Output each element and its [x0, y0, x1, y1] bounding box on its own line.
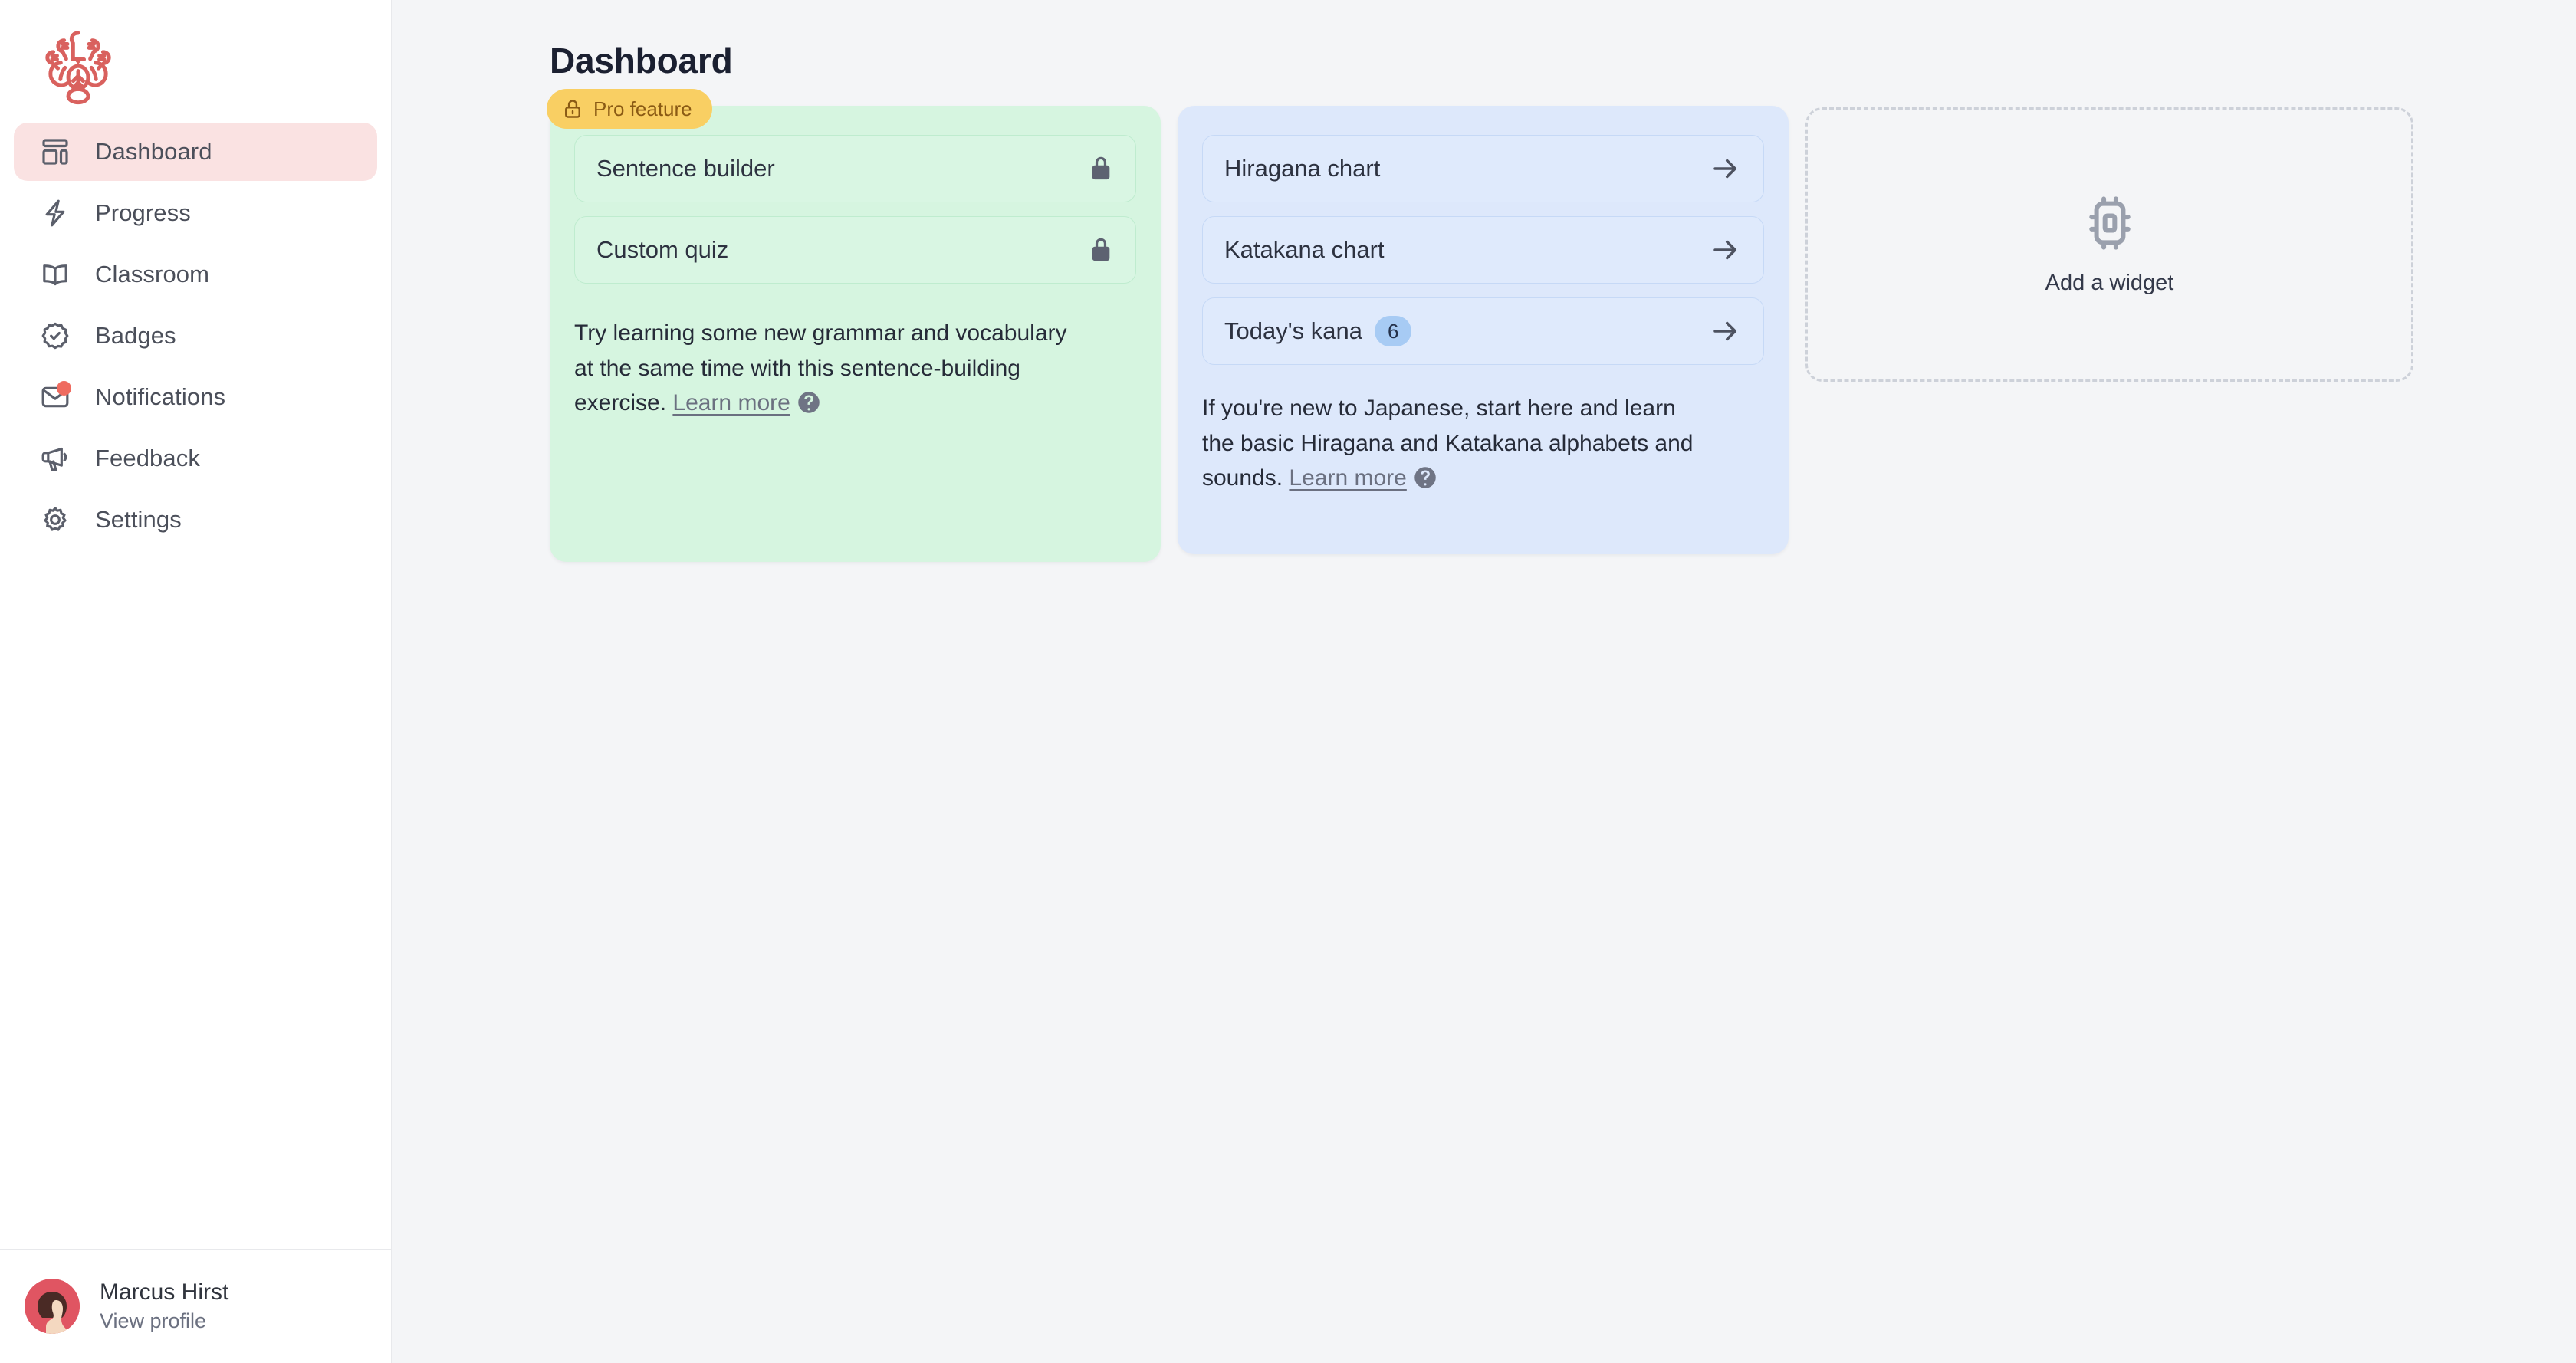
row-sentence-builder[interactable]: Sentence builder: [574, 135, 1136, 202]
arrow-right-icon: [1714, 159, 1737, 179]
sidebar-nav: Dashboard Progress Classroom Badges Noti…: [0, 123, 391, 549]
grammar-widget-card: Pro feature Sentence builder Custom quiz: [547, 89, 1161, 562]
envelope-icon: [38, 380, 72, 414]
sidebar-item-label: Dashboard: [95, 138, 212, 165]
learn-more-link[interactable]: Learn more: [1289, 465, 1406, 491]
lock-icon: [1092, 156, 1110, 180]
row-label: Katakana chart: [1224, 236, 1385, 263]
notification-dot-badge: [57, 381, 71, 396]
row-katakana-chart[interactable]: Katakana chart: [1202, 216, 1764, 284]
sidebar-item-label: Badges: [95, 322, 176, 349]
cpu-chip-icon: [2088, 195, 2131, 250]
lightning-bolt-icon: [38, 196, 72, 230]
page-title: Dashboard: [550, 41, 733, 80]
profile-text: Marcus Hirst View profile: [100, 1279, 228, 1333]
profile-section[interactable]: Marcus Hirst View profile: [0, 1250, 391, 1363]
sidebar-item-badges[interactable]: Badges: [14, 307, 377, 365]
widget-grid: Pro feature Sentence builder Custom quiz: [547, 89, 2576, 562]
learn-more-link[interactable]: Learn more: [672, 390, 790, 415]
badge-check-icon: [38, 319, 72, 353]
open-book-icon: [38, 258, 72, 291]
sidebar-item-label: Settings: [95, 506, 182, 533]
add-widget-placeholder[interactable]: Add a widget: [1806, 107, 2413, 382]
add-widget-label: Add a widget: [2045, 270, 2174, 295]
sidebar-item-label: Classroom: [95, 261, 210, 287]
app-logo[interactable]: [0, 0, 391, 123]
gear-icon: [38, 503, 72, 537]
layout-dashboard-icon: [38, 135, 72, 169]
question-circle-icon[interactable]: [1414, 466, 1437, 489]
sidebar-item-feedback[interactable]: Feedback: [14, 429, 377, 488]
row-label: Today's kana 6: [1224, 315, 1412, 347]
sidebar-item-label: Feedback: [95, 445, 200, 471]
sidebar-item-dashboard[interactable]: Dashboard: [14, 123, 377, 181]
sidebar: Dashboard Progress Classroom Badges Noti…: [0, 0, 392, 1363]
megaphone-icon: [38, 442, 72, 475]
pro-feature-badge: Pro feature: [547, 89, 712, 129]
grammar-description-text: Try learning some new grammar and vocabu…: [574, 320, 1067, 416]
kana-description-text: If you're new to Japanese, start here an…: [1202, 396, 1694, 491]
profile-name: Marcus Hirst: [100, 1279, 229, 1305]
arrow-right-icon: [1714, 240, 1737, 260]
sidebar-item-progress[interactable]: Progress: [14, 184, 377, 242]
todays-kana-count-badge: 6: [1374, 315, 1412, 347]
row-todays-kana[interactable]: Today's kana 6: [1202, 297, 1764, 365]
sidebar-item-label: Notifications: [95, 383, 226, 410]
row-label: Custom quiz: [596, 236, 729, 263]
row-custom-quiz[interactable]: Custom quiz: [574, 216, 1136, 284]
view-profile-link[interactable]: View profile: [100, 1309, 228, 1333]
avatar: [25, 1279, 80, 1334]
sidebar-item-label: Progress: [95, 199, 191, 226]
kana-widget-card: Hiragana chart Katakana chart Today's ka…: [1178, 106, 1789, 554]
question-circle-icon[interactable]: [797, 391, 820, 414]
kamon-crest-logo-icon: [45, 31, 111, 105]
lock-icon: [1092, 238, 1110, 261]
main-content: Dashboard Pro feature Sentence builder C…: [392, 0, 2576, 1363]
kana-description: If you're new to Japanese, start here an…: [1202, 391, 1708, 496]
pro-feature-badge-label: Pro feature: [593, 97, 692, 120]
row-label: Sentence builder: [596, 155, 775, 182]
row-hiragana-chart[interactable]: Hiragana chart: [1202, 135, 1764, 202]
row-label: Hiragana chart: [1224, 155, 1381, 182]
sidebar-item-settings[interactable]: Settings: [14, 491, 377, 549]
lock-icon: [565, 100, 580, 118]
arrow-right-icon: [1714, 321, 1737, 341]
sidebar-item-notifications[interactable]: Notifications: [14, 368, 377, 426]
grammar-description: Try learning some new grammar and vocabu…: [574, 316, 1080, 421]
sidebar-item-classroom[interactable]: Classroom: [14, 245, 377, 304]
user-avatar-icon: [25, 1279, 80, 1334]
